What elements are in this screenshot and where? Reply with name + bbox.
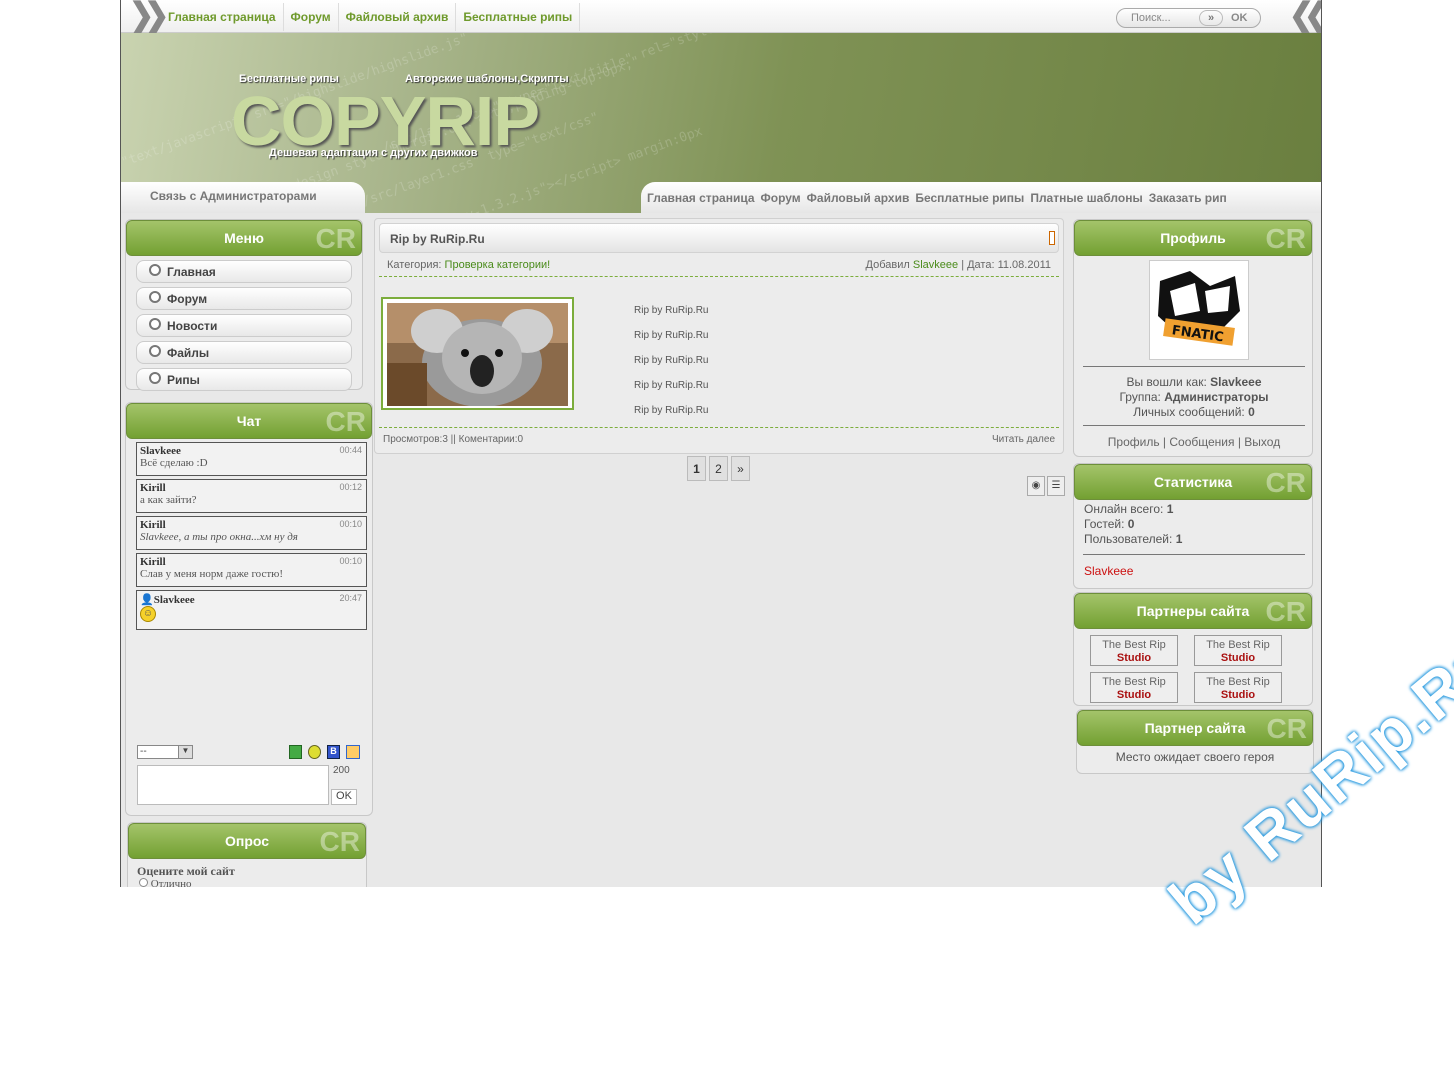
online-user-link[interactable]: Slavkeee bbox=[1084, 564, 1133, 578]
chat-message: 👤Slavkeee 20:47 ☺ bbox=[136, 590, 367, 630]
cr-logo: CR bbox=[1265, 223, 1306, 254]
search-ok-button[interactable]: OK bbox=[1223, 12, 1248, 24]
news-post: Rip by RuRip.Ru Категория: Проверка кате… bbox=[374, 218, 1064, 454]
refresh-icon[interactable] bbox=[289, 745, 302, 759]
top-nav-forum[interactable]: Форум bbox=[284, 2, 339, 31]
radio-icon bbox=[149, 345, 161, 357]
top-nav-home[interactable]: Главная страница bbox=[161, 2, 284, 31]
char-counter: 200 bbox=[333, 765, 350, 776]
koala-image bbox=[387, 303, 568, 407]
search-input[interactable]: Поиск... bbox=[1117, 12, 1199, 24]
profile-info: Вы вошли как: Slavkeee Группа: Администр… bbox=[1119, 375, 1269, 419]
smiley-icon[interactable] bbox=[308, 745, 321, 759]
chevron-left-icon: ❮❮ bbox=[1289, 0, 1321, 34]
chat-title: Чат CR bbox=[126, 403, 372, 439]
cr-logo: CR bbox=[315, 223, 356, 254]
chat-input[interactable] bbox=[137, 765, 329, 805]
partner-banner[interactable]: The Best Rip Studio bbox=[1194, 672, 1282, 703]
post-stats: Просмотров:3 || Коментарии:0 bbox=[383, 434, 524, 445]
stats-block: Статистика CR Онлайн всего: 1 Гостей: 0 П… bbox=[1073, 463, 1313, 589]
post-title[interactable]: Rip by RuRip.Ru bbox=[379, 223, 1059, 253]
chat-block: Чат CR Slavkeee 00:44 Всё сделаю :D Kirill 0… bbox=[125, 402, 373, 816]
stats-info: Онлайн всего: 1 Гостей: 0 Пользователей:… bbox=[1084, 502, 1183, 546]
poll-title: Опрос CR bbox=[128, 823, 366, 859]
search-box[interactable]: Поиск... » OK bbox=[1116, 8, 1261, 28]
partner-title: Партнер сайта CR bbox=[1077, 710, 1313, 746]
page-next[interactable]: » bbox=[731, 456, 750, 481]
menu-item-home[interactable]: Главная bbox=[136, 260, 352, 283]
partner-block: Партнер сайта CR Место ожидает своего гер… bbox=[1076, 709, 1314, 774]
category-link[interactable]: Проверка категории! bbox=[445, 259, 551, 271]
chevron-right-icon: ❯❯ bbox=[129, 0, 169, 34]
poll-block: Опрос CR Оцените мой сайт Отлично bbox=[127, 822, 367, 887]
user-icon: 👤 bbox=[140, 594, 154, 606]
post-footer: Просмотров:3 || Коментарии:0 Читать дале… bbox=[379, 427, 1059, 449]
header-subtitle: Дешевая адаптация с других движков bbox=[269, 147, 478, 159]
partner-banner[interactable]: The Best Rip Studio bbox=[1090, 672, 1178, 703]
cr-logo: CR bbox=[325, 406, 366, 437]
partners-block: Партнеры сайта CR The Best Rip Studio The … bbox=[1073, 592, 1313, 706]
top-bar: ❯❯ Главная страница Форум Файловый архив… bbox=[121, 0, 1321, 33]
page-1[interactable]: 1 bbox=[687, 456, 706, 481]
radio-icon bbox=[149, 372, 161, 384]
post-thumbnail[interactable] bbox=[381, 297, 574, 410]
chat-message: Slavkeee 00:44 Всё сделаю :D bbox=[136, 442, 367, 476]
tools-icon[interactable] bbox=[346, 745, 360, 759]
cr-logo: CR bbox=[319, 826, 360, 857]
profile-links[interactable]: Профиль | Сообщения | Выход bbox=[1074, 435, 1314, 449]
partners-title: Партнеры сайта CR bbox=[1074, 593, 1312, 629]
profile-username: Slavkeee bbox=[1210, 375, 1262, 389]
sub-nav-home[interactable]: Главная страница bbox=[647, 191, 761, 205]
partner-text: Место ожидает своего героя bbox=[1115, 750, 1275, 764]
chat-message: Kirill 00:12 а как зайти? bbox=[136, 479, 367, 513]
cr-logo: CR bbox=[1265, 596, 1306, 627]
chat-message: Kirill 00:10 Слав у меня норм даже гостю! bbox=[136, 553, 367, 587]
rate-icon bbox=[1049, 231, 1055, 245]
smiley-icon: ☺ bbox=[140, 606, 156, 622]
partner-banner[interactable]: The Best Rip Studio bbox=[1194, 635, 1282, 666]
poll-option[interactable]: Отлично bbox=[139, 878, 192, 887]
stats-title: Статистика CR bbox=[1074, 464, 1312, 500]
top-nav-files[interactable]: Файловый архив bbox=[339, 2, 457, 31]
menu-item-news[interactable]: Новости bbox=[136, 314, 352, 337]
cr-logo: CR bbox=[1265, 467, 1306, 498]
sub-nav-rips[interactable]: Бесплатные рипы bbox=[915, 191, 1030, 205]
chat-select[interactable]: -- ▼ bbox=[137, 745, 193, 759]
post-meta: Категория: Проверка категории! Добавил S… bbox=[379, 257, 1059, 277]
top-nav-rips[interactable]: Бесплатные рипы bbox=[456, 2, 581, 31]
list-icon[interactable]: ☰ bbox=[1047, 476, 1065, 496]
post-text: Rip by RuRip.Ru Rip by RuRip.Ru Rip by RuR… bbox=[634, 305, 709, 416]
menu-item-files[interactable]: Файлы bbox=[136, 341, 352, 364]
menu-block: Меню CR Главная Форум Новости Файлы Рипы bbox=[125, 219, 363, 391]
radio-icon bbox=[149, 318, 161, 330]
author-link[interactable]: Slavkeee bbox=[913, 259, 958, 271]
radio-icon bbox=[149, 291, 161, 303]
search-go-button[interactable]: » bbox=[1199, 10, 1223, 26]
menu-item-rips[interactable]: Рипы bbox=[136, 368, 352, 391]
profile-block: Профиль CR FNATIC Вы вошли как: Slavkeee … bbox=[1073, 219, 1313, 457]
chat-ok-button[interactable]: OK bbox=[331, 789, 357, 805]
page-2[interactable]: 2 bbox=[709, 456, 728, 481]
profile-title: Профиль CR bbox=[1074, 220, 1312, 256]
read-more-link[interactable]: Читать далее bbox=[992, 434, 1055, 445]
sub-nav: Главная страница Форум Файловый архив Бе… bbox=[641, 182, 1321, 213]
contact-admins-link[interactable]: Связь с Администраторами bbox=[121, 182, 365, 213]
partner-banner[interactable]: The Best Rip Studio bbox=[1090, 635, 1178, 666]
menu-item-forum[interactable]: Форум bbox=[136, 287, 352, 310]
menu-title: Меню CR bbox=[126, 220, 362, 256]
bold-icon[interactable]: B bbox=[327, 745, 340, 759]
cr-logo: CR bbox=[1266, 713, 1307, 744]
chat-message: Kirill 00:10 Slavkeee, а ты про окна...хм … bbox=[136, 516, 367, 550]
sub-nav-forum[interactable]: Форум bbox=[761, 191, 807, 205]
radio-icon bbox=[149, 264, 161, 276]
sub-nav-paid[interactable]: Платные шаблоны bbox=[1030, 191, 1148, 205]
sub-nav-files[interactable]: Файловый архив bbox=[807, 191, 916, 205]
page: ❯❯ Главная страница Форум Файловый архив… bbox=[120, 0, 1322, 887]
eye-icon[interactable]: ◉ bbox=[1027, 476, 1045, 496]
avatar[interactable]: FNATIC bbox=[1149, 260, 1249, 360]
sub-nav-order[interactable]: Заказать рип bbox=[1149, 191, 1233, 205]
top-nav: Главная страница Форум Файловый архив Бе… bbox=[161, 0, 581, 33]
